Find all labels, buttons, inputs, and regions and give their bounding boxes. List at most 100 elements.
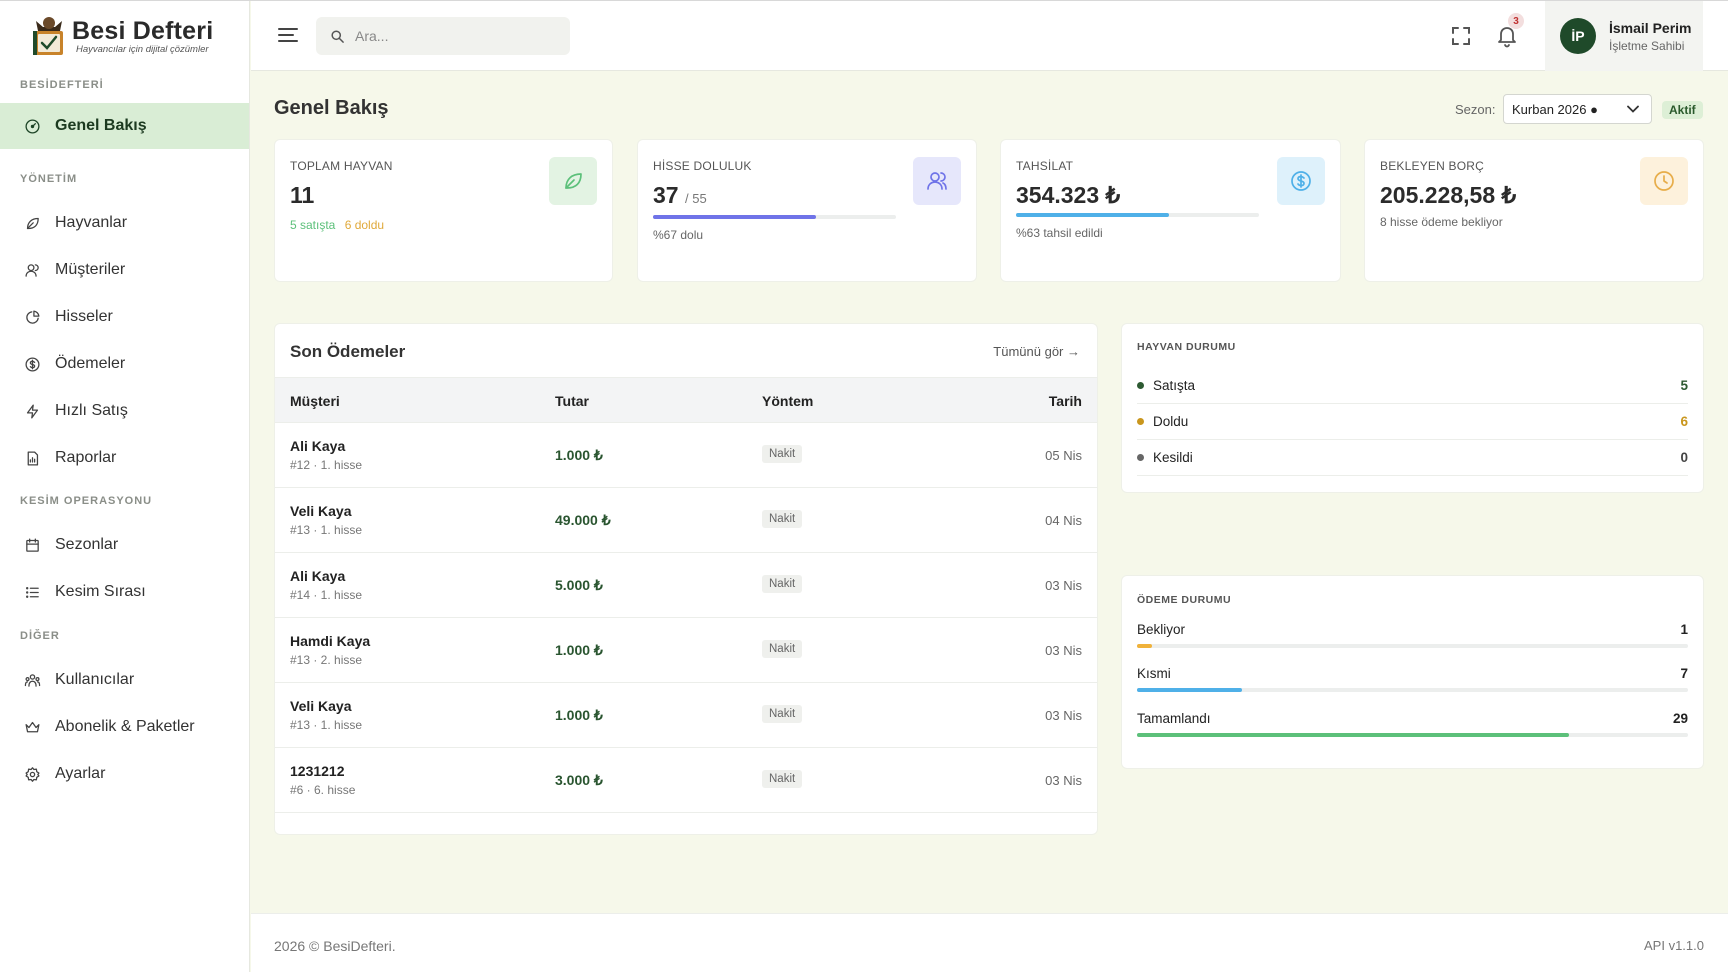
amount: 3.000 ₺ [555, 772, 603, 788]
user-name: İsmail Perim [1609, 19, 1692, 36]
payment-status-label: Bekliyor [1137, 622, 1186, 637]
column-header: Tutar [555, 393, 589, 409]
season-label: Sezon: [1455, 102, 1496, 117]
sidebar-item-ayarlar[interactable]: Ayarlar [0, 751, 249, 797]
sidebar-item-sezonlar[interactable]: Sezonlar [0, 522, 249, 568]
table-row[interactable]: Hamdi Kaya #13 · 2. hisse 1.000 ₺ Nakit … [275, 618, 1097, 683]
table-row[interactable]: Ali Kaya #14 · 1. hisse 5.000 ₺ Nakit 03… [275, 553, 1097, 618]
customer-name: Veli Kaya [290, 698, 352, 714]
season-select[interactable]: Kurban 2026 ● [1503, 94, 1652, 124]
fullscreen-icon[interactable] [1450, 25, 1472, 47]
animals-on-sale: 5 satışta [290, 218, 336, 232]
shares-total: / 55 [684, 191, 707, 206]
shares-filled: 37 [653, 182, 679, 208]
status-dot [1137, 418, 1144, 425]
search-input[interactable] [355, 28, 545, 44]
users-icon [927, 172, 947, 190]
status-dot [1137, 382, 1144, 389]
sidebar-item-label: Genel Bakış [55, 117, 147, 134]
sidebar-item-label: Hayvanlar [55, 214, 128, 231]
amount: 1.000 ₺ [555, 642, 603, 658]
card-pending-debt: BEKLEYEN BORÇ 205.228,58 ₺ 8 hisse ödeme… [1364, 139, 1704, 282]
dollar-icon [1291, 171, 1311, 191]
card-label: BEKLEYEN BORÇ [1380, 159, 1484, 173]
customer-name: 1231212 [290, 763, 345, 779]
date: 05 Nis [1045, 448, 1082, 463]
sidebar-item-kullanicilar[interactable]: Kullanıcılar [0, 657, 249, 703]
sidebar-item-abonelik[interactable]: Abonelik & Paketler [0, 704, 249, 750]
sidebar-item-kesim-sirasi[interactable]: Kesim Sırası [0, 569, 249, 615]
sidebar-item-raporlar[interactable]: Raporlar [0, 435, 249, 481]
card-icon [1640, 157, 1688, 205]
see-all-link[interactable]: Tümünü gör → [993, 344, 1080, 359]
sidebar-item-label: Raporlar [55, 449, 117, 466]
sidebar-item-hizli-satis[interactable]: Hızlı Satış [0, 388, 249, 434]
sidebar-item-genel-bakis[interactable]: Genel Bakış [0, 103, 249, 149]
table-row[interactable]: 1231212 #6 · 6. hisse 3.000 ₺ Nakit 03 N… [275, 748, 1097, 813]
date: 03 Nis [1045, 578, 1082, 593]
amount: 1.000 ₺ [555, 447, 603, 463]
user-group-icon [24, 673, 41, 687]
table-row[interactable]: Veli Kaya #13 · 1. hisse 1.000 ₺ Nakit 0… [275, 683, 1097, 748]
footer: 2026 © BesiDefteri. API v1.1.0 [251, 913, 1728, 972]
status-label: Doldu [1153, 414, 1189, 429]
sidebar-item-hisseler[interactable]: Hisseler [0, 294, 249, 340]
payment-status-value: 7 [1680, 666, 1688, 681]
shares-progress-track [653, 215, 896, 219]
chevron-down-icon [1627, 105, 1639, 113]
status-value: 6 [1680, 414, 1688, 429]
card-share-occupancy: HİSSE DOLULUK 37 / 55 %67 dolu [637, 139, 977, 282]
customer-name: Veli Kaya [290, 503, 352, 519]
brand-name: Besi Defteri [72, 16, 214, 45]
sidebar-item-odemeler[interactable]: Ödemeler [0, 341, 249, 387]
column-header: Müşteri [290, 393, 340, 409]
collection-progress-fill [1016, 213, 1170, 217]
report-icon [27, 450, 39, 466]
dashboard-icon [25, 118, 40, 134]
user-menu[interactable]: İP İsmail Perim İşletme Sahibi [1545, 1, 1703, 71]
menu-toggle-icon[interactable] [277, 25, 299, 45]
animals-full: 6 doldu [344, 218, 385, 232]
payment-status-bekliyor: Bekliyor 1 [1137, 622, 1688, 666]
section-diger: DİĞER [20, 630, 60, 642]
card-sub: 5 satışta 6 doldu [290, 218, 384, 232]
clock-icon [1654, 171, 1674, 191]
sidebar-item-musteriler[interactable]: Müşteriler [0, 247, 249, 293]
sidebar-item-hayvanlar[interactable]: Hayvanlar [0, 200, 249, 246]
status-label: Satışta [1153, 378, 1196, 393]
method-badge: Nakit [762, 445, 803, 463]
sidebar-item-label: Müşteriler [55, 261, 126, 278]
notifications-button[interactable]: 3 [1495, 13, 1524, 49]
collection-progress-track [1016, 213, 1259, 217]
share-ref: #13 · 1. hisse [290, 523, 363, 537]
status-row-kesildi: Kesildi 0 [1137, 440, 1688, 476]
table-row[interactable]: Ali Kaya #12 · 1. hisse 1.000 ₺ Nakit 05… [275, 423, 1097, 488]
card-sub: 8 hisse ödeme bekliyor [1380, 215, 1503, 229]
payment-status-label: Kısmi [1137, 666, 1171, 681]
payment-status-fill [1137, 733, 1569, 737]
calendar-icon [26, 537, 39, 552]
card-label: TAHSİLAT [1016, 159, 1074, 173]
card-sub: %63 tahsil edildi [1016, 226, 1103, 240]
payment-status-track [1137, 688, 1688, 692]
crown-icon [25, 721, 40, 732]
status-label: Kesildi [1153, 450, 1193, 465]
table-row[interactable]: Veli Kaya #13 · 1. hisse 49.000 ₺ Nakit … [275, 488, 1097, 553]
sidebar-item-label: Abonelik & Paketler [55, 718, 195, 735]
customer-name: Hamdi Kaya [290, 633, 371, 649]
status-value: 0 [1680, 450, 1688, 465]
payment-status-value: 29 [1672, 711, 1688, 726]
date: 04 Nis [1045, 513, 1082, 528]
season-status-badge: Aktif [1662, 101, 1703, 119]
gear-icon [25, 766, 40, 782]
users-icon [25, 263, 39, 277]
panel-title: HAYVAN DURUMU [1137, 341, 1236, 353]
card-value: 11 [290, 182, 315, 208]
search-box[interactable] [316, 17, 570, 55]
brand-tagline: Hayvancılar için dijital çözümler [76, 43, 209, 55]
column-header: Yöntem [762, 393, 814, 409]
sidebar-item-label: Hızlı Satış [55, 402, 128, 419]
share-ref: #13 · 2. hisse [290, 653, 363, 667]
amount: 5.000 ₺ [555, 577, 603, 593]
brand-logo[interactable]: Besi Defteri Hayvancılar için dijital çö… [30, 13, 213, 59]
